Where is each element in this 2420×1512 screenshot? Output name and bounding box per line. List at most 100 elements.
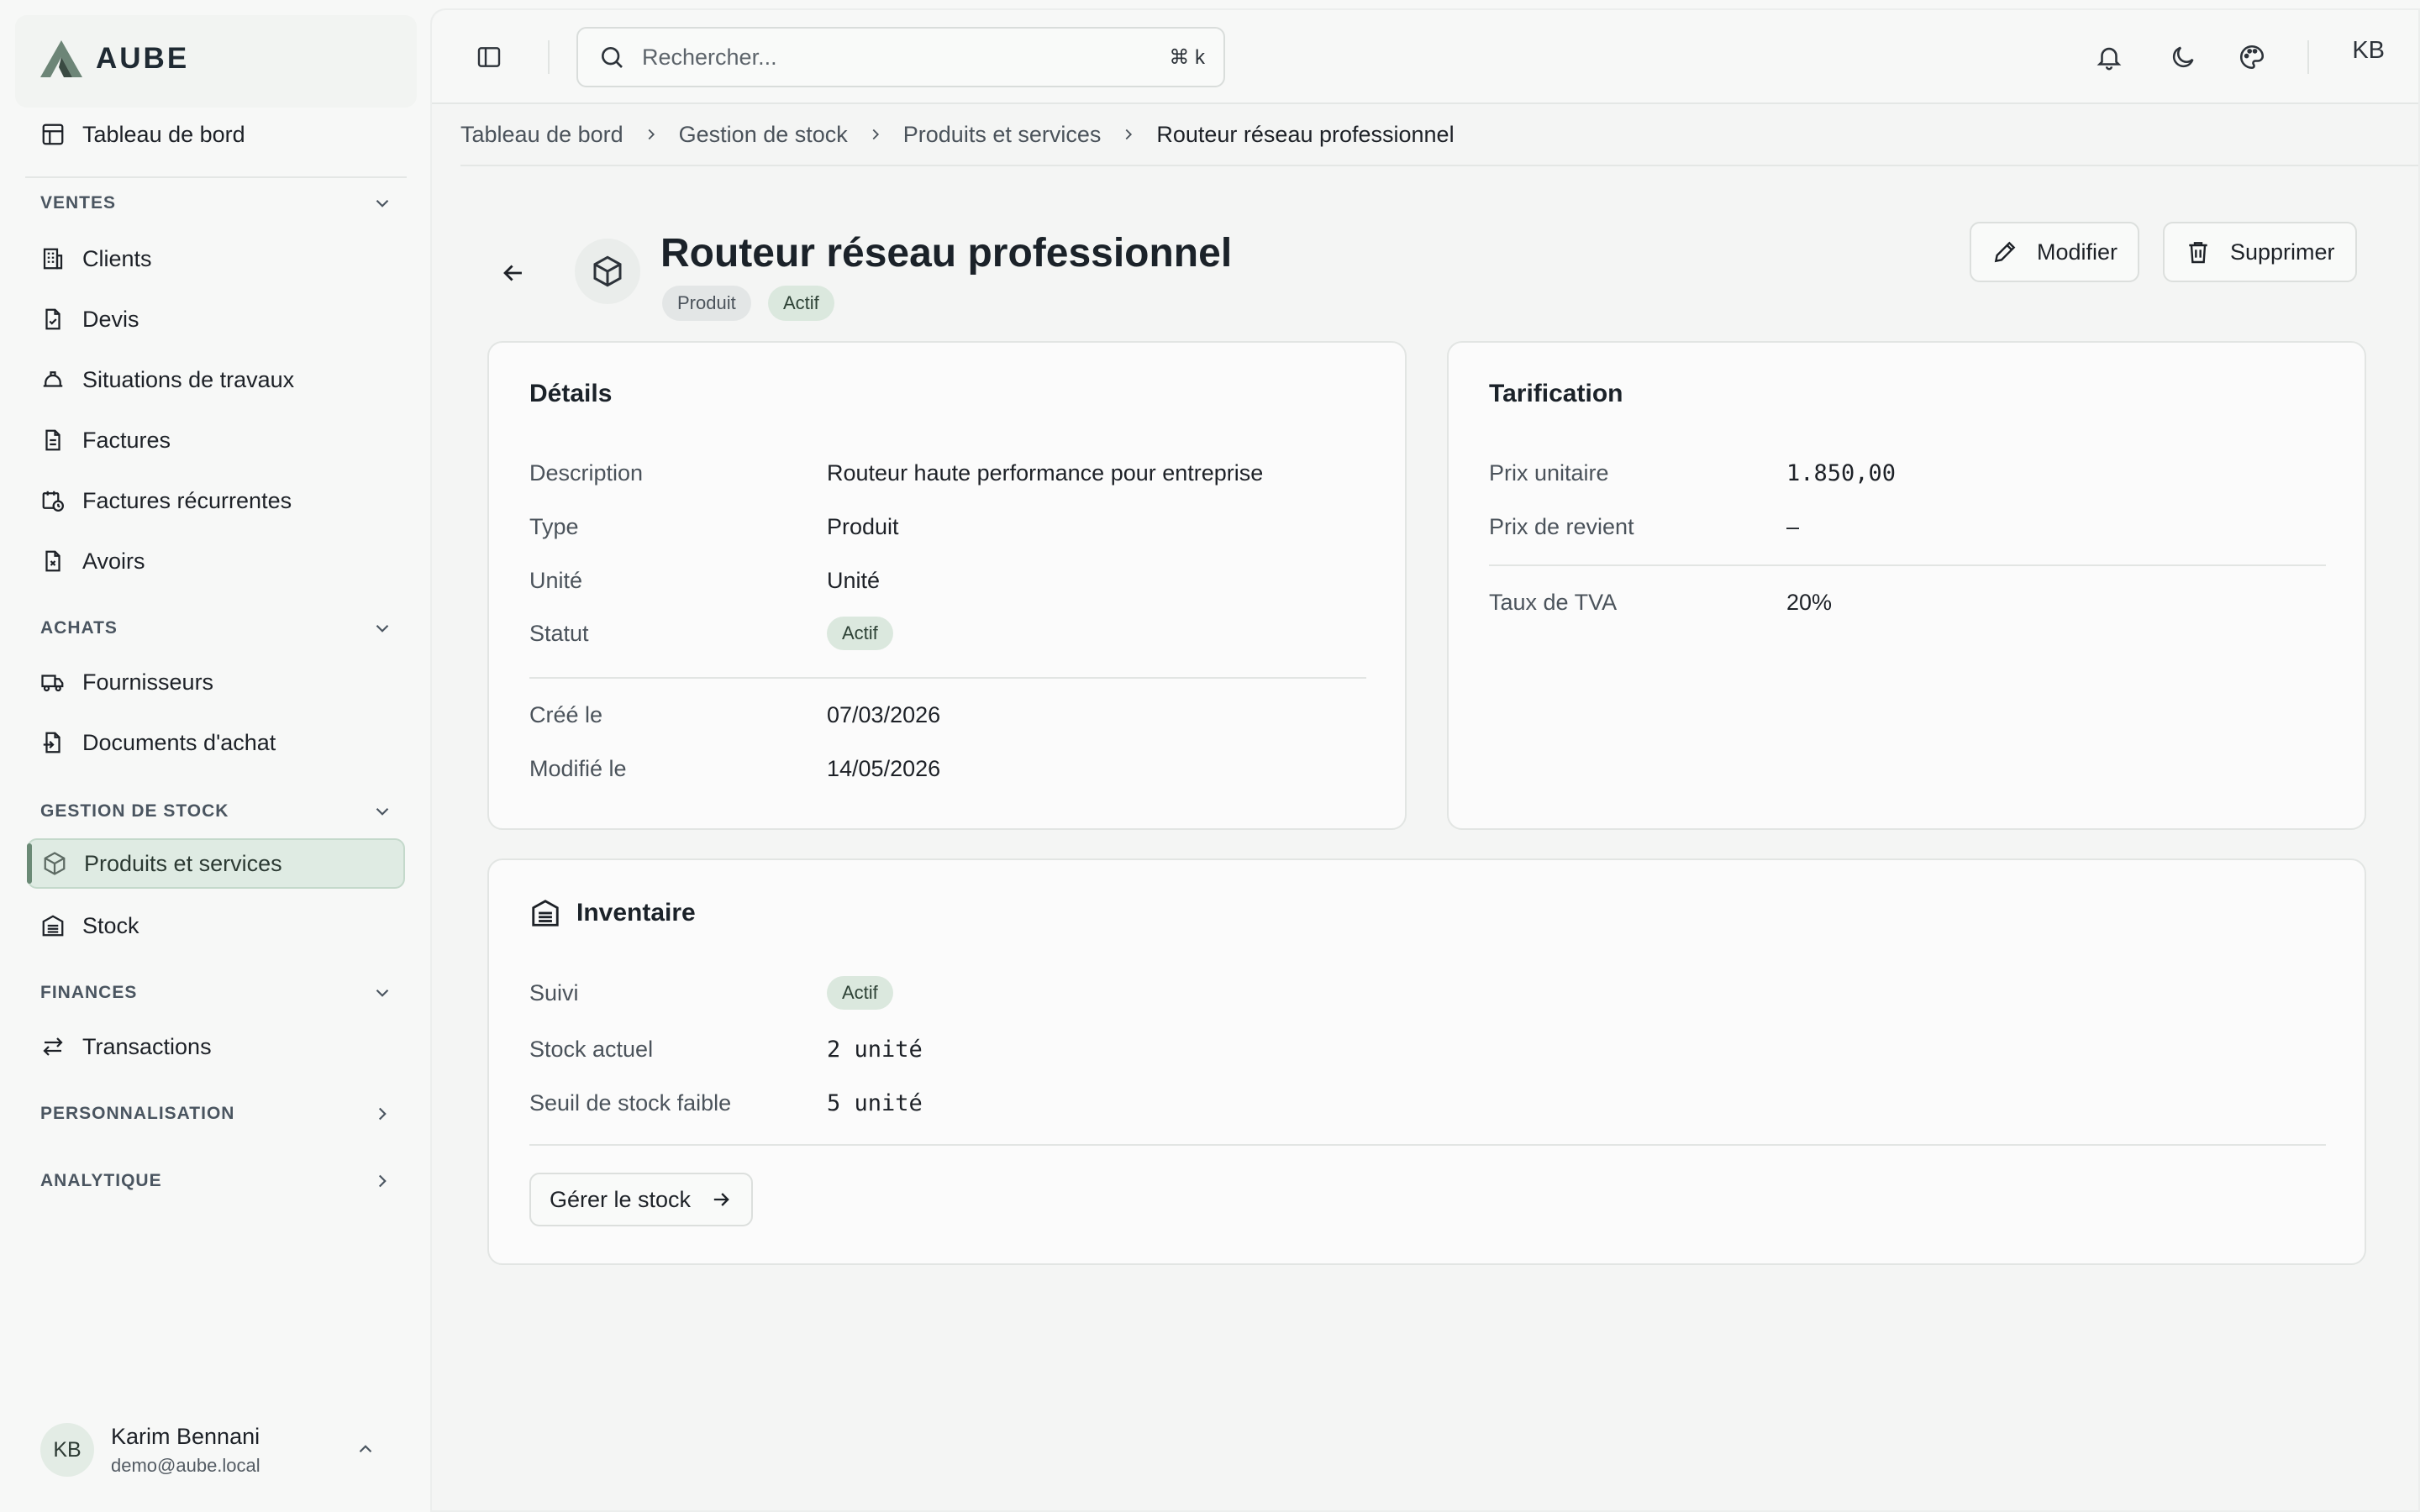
section-analytique-toggle[interactable]: ANALYTIQUE [40, 1164, 393, 1198]
sidebar-item-label: Stock [82, 912, 139, 938]
pricing-value: 1.850,00 [1786, 460, 1897, 486]
delete-button-label: Supprimer [2230, 239, 2335, 265]
sidebar-item-factures[interactable]: Factures [27, 415, 405, 465]
sidebar-item-label: Fournisseurs [82, 669, 214, 695]
section-personnalisation-toggle[interactable]: PERSONNALISATION [40, 1097, 393, 1131]
sidebar-item-transactions[interactable]: Transactions [27, 1021, 405, 1072]
topbar: ⌘ k KB [432, 10, 2418, 104]
sidebar-toggle-button[interactable] [474, 42, 504, 72]
product-icon-badge [575, 239, 640, 304]
sidebar-item-produits-services[interactable]: Produits et services [27, 838, 405, 889]
dashboard-icon [39, 120, 67, 149]
sidebar-item-avoirs[interactable]: Avoirs [27, 536, 405, 586]
pricing-row: Prix de revient – [1489, 514, 1799, 540]
app-logo[interactable]: AUBE [39, 39, 189, 79]
edit-button[interactable]: Modifier [1970, 222, 2140, 282]
file-text-icon [39, 426, 67, 454]
sidebar-item-situations[interactable]: Situations de travaux [27, 354, 405, 405]
pricing-value: 20% [1786, 590, 1833, 615]
sidebar: AUBE Tableau de bord VENTES Clients Devi… [0, 0, 420, 1512]
sidebar-item-label: Factures récurrentes [82, 487, 292, 513]
breadcrumb-item[interactable]: Tableau de bord [460, 122, 623, 148]
breadcrumb-item[interactable]: Gestion de stock [679, 122, 848, 148]
sidebar-item-label: Situations de travaux [82, 366, 295, 392]
back-button[interactable] [499, 259, 533, 292]
inventory-label: Seuil de stock faible [529, 1090, 732, 1116]
section-title: FINANCES [40, 983, 138, 1002]
package-icon [40, 849, 69, 878]
chevron-down-icon [376, 199, 389, 207]
sidebar-item-label: Avoirs [82, 548, 145, 574]
notifications-button[interactable] [2094, 42, 2124, 72]
detail-value: Unité [827, 568, 881, 593]
chevron-down-icon [376, 989, 389, 997]
theme-palette-button[interactable] [2237, 42, 2267, 72]
detail-row: Modifié le 14/05/2026 [529, 756, 940, 782]
hard-hat-icon [39, 365, 67, 394]
chevron-up-icon [359, 1445, 372, 1453]
sidebar-item-stock[interactable]: Stock [27, 900, 405, 951]
chevron-right-icon [866, 125, 885, 144]
sidebar-item-label: Documents d'achat [82, 729, 276, 755]
section-title: PERSONNALISATION [40, 1104, 235, 1123]
sidebar-divider [25, 176, 407, 178]
user-avatar-button[interactable]: KB [2352, 37, 2385, 65]
search-box[interactable]: ⌘ k [576, 27, 1225, 87]
manage-stock-label: Gérer le stock [550, 1186, 692, 1212]
breadcrumb-current: Routeur réseau professionnel [1156, 121, 1455, 147]
bell-icon [2096, 47, 2122, 71]
section-finances-toggle[interactable]: FINANCES [40, 976, 393, 1010]
app-name: AUBE [96, 42, 190, 75]
breadcrumb-item[interactable]: Produits et services [903, 122, 1102, 148]
inventory-row: Stock actuel 2 unité [529, 1037, 923, 1063]
status-badge: Actif [768, 286, 834, 321]
sidebar-item-clients[interactable]: Clients [27, 234, 405, 284]
detail-value: Routeur haute performance pour entrepris… [827, 460, 1264, 486]
truck-icon [39, 668, 67, 696]
calendar-clock-icon [39, 486, 67, 515]
sidebar-item-fournisseurs[interactable]: Fournisseurs [27, 657, 405, 707]
delete-button[interactable]: Supprimer [2163, 222, 2357, 282]
building-icon [39, 244, 67, 273]
section-stock-toggle[interactable]: GESTION DE STOCK [40, 795, 393, 828]
pricing-label: Prix unitaire [1489, 460, 1609, 486]
sidebar-item-label: Devis [82, 306, 139, 332]
manage-stock-button[interactable]: Gérer le stock [529, 1173, 754, 1226]
status-badge: Actif [827, 617, 893, 650]
inventory-card: Inventaire Suivi Actif Stock actuel 2 un… [487, 858, 2366, 1265]
details-card: Détails Description Routeur haute perfor… [487, 341, 1407, 830]
sidebar-item-factures-recurrentes[interactable]: Factures récurrentes [27, 475, 405, 526]
sidebar-item-label: Transactions [82, 1033, 212, 1059]
section-ventes-toggle[interactable]: VENTES [40, 186, 393, 220]
search-input[interactable] [642, 44, 1113, 71]
detail-label: Modifié le [529, 756, 627, 781]
pricing-row: Taux de TVA 20% [1489, 590, 1832, 616]
detail-value: 14/05/2026 [827, 756, 941, 781]
search-icon [602, 47, 623, 68]
detail-label: Unité [529, 568, 583, 593]
inventory-value: 5 unité [827, 1090, 923, 1116]
sidebar-item-dashboard[interactable]: Tableau de bord [27, 109, 405, 160]
status-badge: Actif [827, 976, 893, 1010]
dark-mode-button[interactable] [2168, 42, 2198, 72]
sidebar-item-label: Produits et services [84, 850, 282, 876]
user-name: Karim Bennani [111, 1423, 260, 1449]
user-menu[interactable]: KB Karim Bennani demo@aube.local [40, 1420, 393, 1480]
sidebar-item-documents-achat[interactable]: Documents d'achat [27, 717, 405, 768]
detail-value: Produit [827, 514, 899, 539]
detail-label: Créé le [529, 702, 603, 727]
card-divider [529, 677, 1366, 679]
search-shortcut: ⌘ k [1169, 46, 1205, 69]
sidebar-item-label: Factures [82, 427, 171, 453]
sidebar-item-devis[interactable]: Devis [27, 294, 405, 344]
pricing-label: Prix de revient [1489, 514, 1634, 539]
chevron-right-icon [378, 1107, 387, 1121]
sidebar-toggle-icon [477, 47, 501, 67]
detail-row: Type Produit [529, 514, 899, 540]
detail-label: Statut [529, 620, 589, 646]
section-title: GESTION DE STOCK [40, 801, 229, 821]
warehouse-icon [39, 911, 67, 940]
pricing-title: Tarification [1489, 380, 1623, 407]
trash-icon [2189, 242, 2207, 264]
section-achats-toggle[interactable]: ACHATS [40, 612, 393, 645]
